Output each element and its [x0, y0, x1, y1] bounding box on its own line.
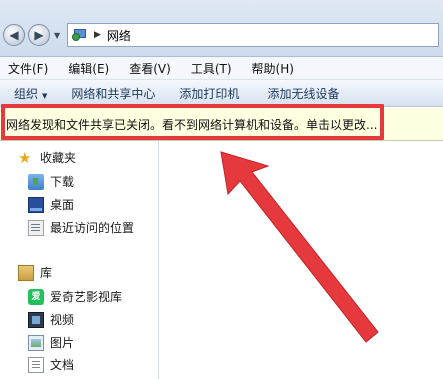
nav-favorites-label: 收藏夹 — [40, 151, 77, 165]
nav-downloads-label: 下载 — [50, 175, 75, 189]
navigation-pane: ★ 收藏夹 下载 桌面 最近访问的位置 库 爱 爱奇艺影视库 视频 图片 文档 — [0, 141, 159, 379]
forward-arrow-icon: ▶ — [34, 28, 44, 42]
breadcrumb-separator-icon[interactable]: ▶ — [94, 30, 101, 40]
star-icon: ★ — [18, 148, 32, 167]
forward-button[interactable]: ▶ — [28, 24, 50, 46]
nav-libraries-label: 库 — [40, 266, 53, 280]
nav-recent-places[interactable]: 最近访问的位置 — [28, 219, 134, 236]
documents-library-icon — [28, 356, 44, 373]
annotation-highlight-box — [1, 104, 384, 140]
menu-view[interactable]: 查看(V) — [123, 60, 177, 77]
content-area — [159, 141, 443, 379]
nav-desktop[interactable]: 桌面 — [28, 196, 74, 213]
network-icon — [72, 27, 90, 43]
add-printer-button[interactable]: 添加打印机 — [172, 85, 246, 102]
libraries-icon — [18, 264, 34, 281]
downloads-folder-icon — [28, 173, 44, 190]
nav-pictures[interactable]: 图片 — [28, 334, 74, 351]
nav-recent-label: 最近访问的位置 — [50, 221, 135, 235]
video-library-icon — [28, 311, 44, 328]
back-arrow-icon: ◀ — [9, 28, 19, 42]
nav-libraries[interactable]: 库 — [18, 264, 52, 281]
recent-places-icon — [28, 219, 44, 236]
recent-pages-dropdown-icon[interactable]: ▼ — [54, 31, 60, 40]
menu-edit[interactable]: 编辑(E) — [62, 60, 115, 77]
nav-iqiyi-label: 爱奇艺影视库 — [50, 290, 123, 304]
command-bar: 组织 ▼ 网络和共享中心 添加打印机 添加无线设备 — [0, 80, 443, 107]
nav-documents[interactable]: 文档 — [28, 356, 74, 373]
nav-videos[interactable]: 视频 — [28, 311, 74, 328]
pictures-library-icon — [28, 334, 44, 351]
network-sharing-center-button[interactable]: 网络和共享中心 — [64, 85, 162, 102]
breadcrumb-network[interactable]: 网络 — [107, 27, 131, 44]
organize-label: 组织 — [14, 86, 39, 101]
organize-button[interactable]: 组织 ▼ — [0, 85, 54, 102]
address-box[interactable]: ▶ 网络 — [67, 23, 439, 47]
menu-file[interactable]: 文件(F) — [2, 60, 54, 77]
desktop-icon — [28, 196, 44, 213]
add-wireless-device-button[interactable]: 添加无线设备 — [260, 85, 346, 102]
menu-help[interactable]: 帮助(H) — [246, 60, 300, 77]
iqiyi-icon: 爱 — [28, 288, 44, 305]
nav-videos-label: 视频 — [50, 313, 75, 327]
nav-pictures-label: 图片 — [50, 336, 75, 350]
nav-desktop-label: 桌面 — [50, 198, 75, 212]
nav-documents-label: 文档 — [50, 358, 75, 372]
nav-downloads[interactable]: 下载 — [28, 173, 74, 190]
address-bar-area: ◀ ▶ ▼ ▶ 网络 — [0, 0, 443, 57]
nav-iqiyi[interactable]: 爱 爱奇艺影视库 — [28, 288, 122, 305]
nav-favorites[interactable]: ★ 收藏夹 — [18, 149, 76, 166]
back-button[interactable]: ◀ — [3, 24, 25, 46]
chevron-down-icon: ▼ — [42, 91, 48, 100]
menu-bar: 文件(F) 编辑(E) 查看(V) 工具(T) 帮助(H) — [0, 57, 443, 80]
menu-tools[interactable]: 工具(T) — [185, 60, 238, 77]
